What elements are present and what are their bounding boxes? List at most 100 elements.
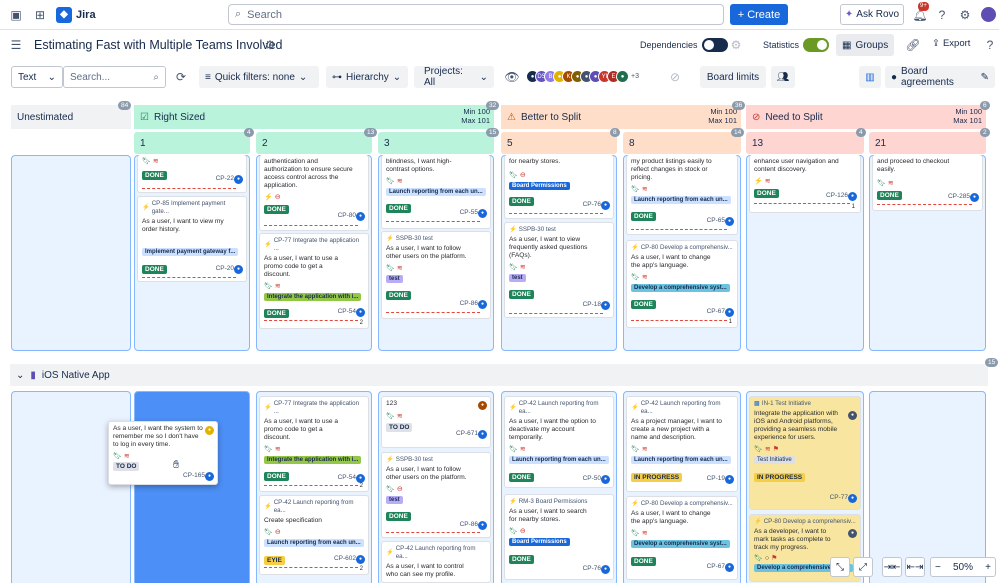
assignee-avatar[interactable]: ● [478, 209, 487, 218]
status-badge[interactable]: DONE [509, 555, 534, 564]
issue-card[interactable]: ⚡ CP-42 Launch reporting from ea... As a … [381, 541, 491, 583]
issue-key[interactable]: CP-165 [183, 472, 205, 480]
issue-key[interactable]: CP-76 [583, 565, 601, 573]
assignee-avatar[interactable]: ● [601, 565, 610, 574]
epic-link[interactable]: ⚡ RM-3 Board Permissions [509, 498, 609, 506]
issue-key[interactable]: CP-285 [948, 193, 970, 201]
export-button[interactable]: ⇪ Export [932, 38, 970, 49]
issue-key[interactable]: CP-86 [460, 300, 478, 308]
assignee-avatar[interactable]: ● [356, 212, 365, 221]
epic-link[interactable]: ⚡ CP-77 Integrate the application ... [264, 400, 364, 416]
epic-link[interactable]: ⚡ CP-80 Develop a comprehensiv... [754, 518, 856, 526]
assignee-avatar[interactable]: ● [234, 265, 243, 274]
assignee-avatar[interactable]: ● [601, 201, 610, 210]
status-badge[interactable]: DONE [509, 290, 534, 299]
subcolumn-5[interactable]: 5 [501, 132, 617, 154]
board-search-input[interactable]: Search... ⌕ [63, 66, 166, 88]
board-limits-button[interactable]: Board limits [700, 66, 766, 88]
dependencies-toggle[interactable]: Dependencies [640, 38, 728, 52]
subcolumn-13[interactable]: 13 [746, 132, 864, 154]
status-badge[interactable]: DONE [509, 473, 534, 482]
clear-filter-icon[interactable]: ⊘ [665, 67, 685, 87]
assignee-avatar[interactable]: ● [725, 308, 734, 317]
projects-dropdown[interactable]: Projects: All ⌄ [414, 66, 494, 88]
status-badge[interactable]: TO DO [113, 462, 140, 471]
issue-card[interactable]: ⚡ RM-3 Board Permissions As a user, I wan… [504, 494, 614, 580]
shrink-columns-button[interactable]: ⇥⇤ [882, 557, 902, 577]
sidebar-toggle-icon[interactable]: ▣ [6, 5, 26, 25]
groups-button[interactable]: ▦ Groups [836, 34, 895, 56]
assignee-avatar[interactable]: ● [725, 217, 734, 226]
assignee-avatar[interactable]: ● [848, 529, 857, 538]
status-badge[interactable]: DONE [631, 557, 656, 566]
issue-card[interactable]: ▩ IN-1 Test Initiative Integrate the appl… [749, 396, 861, 510]
quick-filters-dropdown[interactable]: ≡ Quick filters: none ⌄ [199, 66, 319, 88]
lane-column-21[interactable] [869, 391, 986, 583]
issue-key[interactable]: CP-55 [460, 209, 478, 217]
epic-link[interactable]: ⚡ CP-85 Implement payment gate... [142, 200, 242, 216]
assignee-avatar[interactable]: ● [725, 475, 734, 484]
epic-link[interactable]: ⚡ CP-80 Develop a comprehensiv... [631, 500, 733, 508]
lane-column-1[interactable] [134, 391, 250, 583]
epic-link[interactable]: ⚡ CP-42 Launch reporting from ea... [386, 545, 486, 561]
column-better-to-split[interactable]: ⚠ Better to Split Min 100 Max 101 [501, 105, 741, 129]
column-right-sized[interactable]: ☑ Right Sized Min 100 Max 101 [134, 105, 494, 129]
epic-link[interactable]: ⚡ SSPB-30 test [509, 226, 609, 234]
issue-key[interactable]: CP-67 [707, 308, 725, 316]
assignee-avatar[interactable]: ● [601, 475, 610, 484]
issue-card[interactable]: ⚡ CP-77 Integrate the application ... As … [259, 396, 369, 492]
epic-link[interactable]: ⚡ CP-80 Develop a comprehensiv... [631, 244, 733, 252]
subcolumn-1[interactable]: 1 [134, 132, 250, 154]
status-badge[interactable]: DONE [142, 265, 167, 274]
assignee-avatar[interactable]: ● [478, 300, 487, 309]
board-menu-icon[interactable]: ☰ [6, 35, 26, 55]
issue-key[interactable]: CP-50 [583, 475, 601, 483]
app-switcher-icon[interactable]: ⊞ [30, 5, 50, 25]
status-badge[interactable]: DONE [631, 212, 656, 221]
people-button[interactable]: 👥︎ [771, 66, 795, 88]
issue-card[interactable]: ⚡ SSPB-30 test As a user, I want to view … [504, 222, 614, 318]
link-icon[interactable]: 🔗︎ [903, 35, 923, 55]
lane-column-unestimated[interactable] [11, 155, 131, 351]
issue-card[interactable]: ⚡ CP-42 Launch reporting from ea... As a … [504, 396, 614, 488]
issue-card[interactable]: ⚡ CP-42 Launch reporting from ea... As a … [626, 396, 738, 492]
epic-link[interactable]: ▩ IN-1 Test Initiative [754, 400, 856, 408]
status-badge[interactable]: IN PROGRESS [754, 473, 806, 482]
settings-gear-icon[interactable]: ⚙ [955, 5, 975, 25]
status-badge[interactable]: DONE [386, 512, 411, 521]
lane-column-unestimated[interactable] [11, 391, 131, 583]
issue-key[interactable]: CP-22 [216, 175, 234, 183]
assignee-avatar[interactable]: ● [356, 308, 365, 317]
status-badge[interactable]: EYIE [264, 556, 285, 565]
epic-link[interactable]: ⚡ CP-42 Launch reporting from ea... [631, 400, 733, 416]
status-badge[interactable]: DONE [509, 197, 534, 206]
dependencies-switch[interactable] [701, 38, 728, 52]
epic-link[interactable]: ⚡ CP-42 Launch reporting from ea... [264, 499, 364, 515]
chevron-down-icon[interactable]: ⌄ [16, 370, 24, 381]
avatar-group[interactable]: ● DS B ● K ● ● ● YI E ● +3 [526, 70, 639, 83]
column-need-to-split[interactable]: ⊘ Need to Split Min 100 Max 101 [746, 105, 986, 129]
collapse-button[interactable]: ⤡ [830, 557, 850, 577]
issue-key[interactable]: CP-65 [707, 217, 725, 225]
status-badge[interactable]: DONE [264, 472, 289, 481]
refresh-icon[interactable]: ⟳ [171, 67, 191, 87]
issue-key[interactable]: CP-602 [334, 555, 356, 563]
status-badge[interactable]: DONE [386, 204, 411, 213]
assignee-avatar[interactable]: ● [725, 563, 734, 572]
issue-key[interactable]: CP-76 [583, 201, 601, 209]
assignee-avatar[interactable]: ● [205, 472, 214, 481]
board-agreements-button[interactable]: ● Board agreements ✎ [885, 66, 995, 88]
issue-card[interactable]: ⚡ CP-80 Develop a comprehensiv... As a us… [626, 240, 738, 328]
issue-key[interactable]: CP-126 [826, 192, 848, 200]
status-badge[interactable]: DONE [631, 300, 656, 309]
assignee-avatar[interactable]: ● [478, 430, 487, 439]
issue-key[interactable]: CP-671 [456, 430, 478, 438]
issue-card[interactable]: ⚡ CP-80 Develop a comprehensiv... As a us… [626, 496, 738, 580]
subcolumn-21[interactable]: 21 [869, 132, 986, 154]
issue-card[interactable]: 123 ● 🔖︎ ≋ TO DO CP-671 ● [381, 396, 491, 448]
issue-key[interactable]: CP-77 [830, 494, 848, 502]
help-circle-icon[interactable]: ? [980, 35, 999, 55]
assignee-avatar[interactable]: ● [848, 494, 857, 503]
statistics-toggle[interactable]: Statistics [763, 38, 830, 52]
issue-key[interactable]: CP-54 [338, 474, 356, 482]
